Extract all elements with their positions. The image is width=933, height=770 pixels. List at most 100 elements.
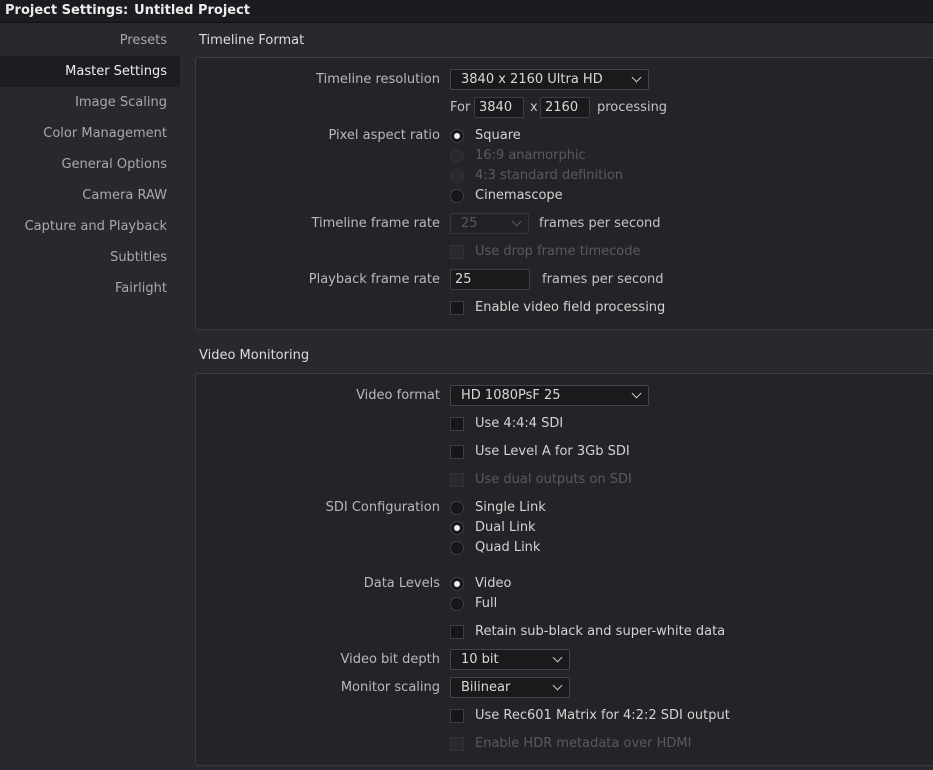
playback-frame-rate-label: Playback frame rate <box>308 272 440 287</box>
sidebar-item-master-settings[interactable]: Master Settings <box>0 56 180 87</box>
sidebar-item-capture-and-playback[interactable]: Capture and Playback <box>0 211 180 242</box>
monitor-scaling-label: Monitor scaling <box>340 680 440 695</box>
sidebar-item-image-scaling[interactable]: Image Scaling <box>0 87 180 118</box>
timeline-resolution-value: 3840 x 2160 Ultra HD <box>461 72 603 87</box>
width-input[interactable]: 3840 <box>474 97 524 118</box>
monitor-scaling-dropdown[interactable]: Bilinear <box>450 677 570 698</box>
bit-depth-row: Video bit depth 10 bit <box>196 649 933 670</box>
video-format-row: Video format HD 1080PsF 25 <box>196 385 933 406</box>
settings-sidebar: Presets Master Settings Image Scaling Co… <box>0 24 180 770</box>
fps-label: frames per second <box>539 216 661 231</box>
timeline-resolution-label: Timeline resolution <box>316 72 440 87</box>
radio-selected-icon <box>450 129 464 143</box>
window-title-bar: Project Settings: Untitled Project <box>0 0 933 23</box>
processing-size-row: For 3840 x 2160 processing <box>196 97 933 118</box>
pixel-aspect-row-4: Cinemascope <box>196 186 933 206</box>
sdi-config-row-3: Quad Link <box>196 538 933 558</box>
field-processing-row: Enable video field processing <box>196 298 933 318</box>
rec601-label: Use Rec601 Matrix for 4:2:2 SDI output <box>475 708 730 723</box>
sidebar-item-color-management[interactable]: Color Management <box>0 118 180 149</box>
checkbox-icon <box>450 709 464 723</box>
height-input[interactable]: 2160 <box>540 97 590 118</box>
video-format-label: Video format <box>356 388 440 403</box>
chevron-down-icon <box>631 388 642 399</box>
data-levels-row: Data Levels Video <box>196 574 933 594</box>
timeline-format-title: Timeline Format <box>199 33 305 48</box>
retain-row: Retain sub-black and super-white data <box>196 622 933 642</box>
chevron-down-icon <box>631 72 642 83</box>
sdi-config-row: SDI Configuration Single Link <box>196 498 933 518</box>
checkbox-icon <box>450 445 464 459</box>
sidebar-item-fairlight[interactable]: Fairlight <box>0 273 180 304</box>
sdi-option-label: Dual Link <box>475 520 536 535</box>
playback-fps-label: frames per second <box>542 272 664 287</box>
hdr-label: Enable HDR metadata over HDMI <box>475 736 692 751</box>
sdi-config-label: SDI Configuration <box>325 500 440 515</box>
radio-selected-icon <box>450 521 464 535</box>
sdi-option-label: Single Link <box>475 500 546 515</box>
chevron-down-icon <box>511 216 522 227</box>
sdi-config-row-2: Dual Link <box>196 518 933 538</box>
use444-row: Use 4:4:4 SDI <box>196 414 933 434</box>
for-label: For <box>450 100 471 115</box>
field-processing-label: Enable video field processing <box>475 300 666 315</box>
dual-outputs-row: Use dual outputs on SDI <box>196 470 933 490</box>
sdi-option-label: Quad Link <box>475 540 541 555</box>
video-monitoring-panel: Video format HD 1080PsF 25 Use 4:4:4 SDI… <box>195 373 933 766</box>
timeline-resolution-dropdown[interactable]: 3840 x 2160 Ultra HD <box>450 69 649 90</box>
monitor-scaling-value: Bilinear <box>461 680 511 695</box>
par-option-label: 16:9 anamorphic <box>475 148 586 163</box>
checkbox-icon <box>450 245 464 259</box>
sidebar-item-camera-raw[interactable]: Camera RAW <box>0 180 180 211</box>
video-format-dropdown[interactable]: HD 1080PsF 25 <box>450 385 649 406</box>
bit-depth-value: 10 bit <box>461 652 499 667</box>
pixel-aspect-row-3: 4:3 standard definition <box>196 166 933 186</box>
timeline-frame-rate-value: 25 <box>461 216 478 231</box>
par-option-label: Square <box>475 128 521 143</box>
chevron-down-icon <box>552 680 563 691</box>
radio-icon <box>450 541 464 555</box>
sidebar-item-presets[interactable]: Presets <box>0 25 180 56</box>
checkbox-icon <box>450 417 464 431</box>
dual-outputs-label: Use dual outputs on SDI <box>475 472 632 487</box>
bit-depth-dropdown[interactable]: 10 bit <box>450 649 570 670</box>
timeline-format-panel: Timeline resolution 3840 x 2160 Ultra HD… <box>195 57 933 330</box>
par-option-label: 4:3 standard definition <box>475 168 624 183</box>
chevron-down-icon <box>552 652 563 663</box>
x-label: x <box>530 100 538 115</box>
timeline-frame-rate-dropdown[interactable]: 25 <box>450 213 529 234</box>
sidebar-item-subtitles[interactable]: Subtitles <box>0 242 180 273</box>
rec601-row: Use Rec601 Matrix for 4:2:2 SDI output <box>196 706 933 726</box>
level-a-label: Use Level A for 3Gb SDI <box>475 444 630 459</box>
processing-label: processing <box>597 100 668 115</box>
timeline-frame-rate-row: Timeline frame rate 25 frames per second <box>196 213 933 234</box>
use444-label: Use 4:4:4 SDI <box>475 416 564 431</box>
playback-frame-rate-input[interactable]: 25 <box>450 269 530 290</box>
timeline-frame-rate-label: Timeline frame rate <box>311 216 441 231</box>
pixel-aspect-label: Pixel aspect ratio <box>328 128 440 143</box>
checkbox-icon <box>450 301 464 315</box>
radio-icon <box>450 149 464 163</box>
pixel-aspect-row-2: 16:9 anamorphic <box>196 146 933 166</box>
monitor-scaling-row: Monitor scaling Bilinear <box>196 677 933 698</box>
data-level-option-label: Full <box>475 596 498 611</box>
hdr-row: Enable HDR metadata over HDMI <box>196 734 933 754</box>
window-title: Project Settings: <box>5 3 129 18</box>
radio-icon <box>450 597 464 611</box>
video-format-value: HD 1080PsF 25 <box>461 388 561 403</box>
pixel-aspect-row: Pixel aspect ratio Square <box>196 126 933 146</box>
drop-frame-label: Use drop frame timecode <box>475 244 641 259</box>
video-monitoring-title: Video Monitoring <box>199 348 310 363</box>
radio-icon <box>450 189 464 203</box>
data-level-option-label: Video <box>475 576 512 591</box>
drop-frame-row: Use drop frame timecode <box>196 242 933 262</box>
checkbox-icon <box>450 737 464 751</box>
par-option-label: Cinemascope <box>475 188 563 203</box>
bit-depth-label: Video bit depth <box>340 652 441 667</box>
radio-icon <box>450 169 464 183</box>
level-a-row: Use Level A for 3Gb SDI <box>196 442 933 462</box>
project-name: Untitled Project <box>134 3 251 18</box>
retain-label: Retain sub-black and super-white data <box>475 624 726 639</box>
radio-selected-icon <box>450 577 464 591</box>
sidebar-item-general-options[interactable]: General Options <box>0 149 180 180</box>
